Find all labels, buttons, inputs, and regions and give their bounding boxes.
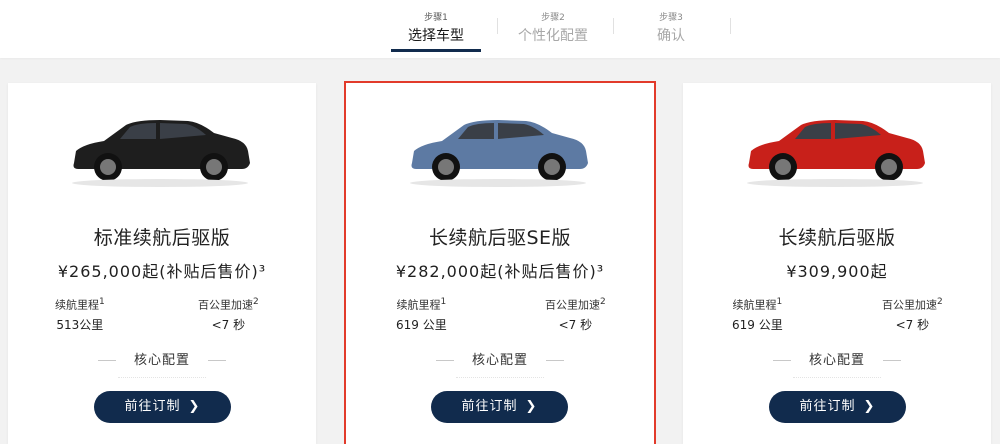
range-spec: 续航里程1 619 公里 — [732, 294, 783, 335]
car-image — [747, 120, 925, 187]
step-3-confirm[interactable]: 步骤3 确认 — [616, 12, 726, 52]
model-card-standard-rwd[interactable]: 标准续航后驱版 ¥265,000起(补贴后售价)³ 续航里程1 513公里 百公… — [8, 83, 316, 444]
range-label: 续航里程1 — [55, 297, 105, 312]
step-navigation: 步骤1 选择车型 步骤2 个性化配置 步骤3 确认 — [0, 0, 1000, 58]
customize-button[interactable]: 前往订制 ❯ — [94, 391, 231, 423]
chevron-right-icon: ❯ — [525, 399, 538, 414]
core-config-heading: 核心配置 — [346, 349, 654, 368]
step-number: 步骤1 — [424, 13, 448, 23]
range-value: 619 公里 — [396, 317, 447, 332]
customize-button-label: 前往订制 — [461, 399, 518, 414]
chevron-right-icon: ❯ — [188, 399, 201, 414]
range-spec: 续航里程1 619 公里 — [396, 294, 447, 335]
acceleration-label: 百公里加速2 — [545, 297, 606, 312]
faded-content — [793, 377, 881, 384]
model-price: ¥265,000起(补贴后售价)³ — [57, 262, 267, 281]
step-2-personalize[interactable]: 步骤2 个性化配置 — [498, 12, 608, 52]
model-title: 标准续航后驱版 — [93, 227, 231, 249]
customize-button[interactable]: 前往订制 ❯ — [769, 391, 906, 423]
acceleration-value: <7 秒 — [895, 317, 930, 332]
model-title: 长续航后驱SE版 — [428, 227, 572, 249]
range-label: 续航里程1 — [396, 297, 447, 312]
step-number: 步骤3 — [659, 13, 683, 23]
divider-line — [208, 360, 226, 361]
model-price: ¥282,000起(补贴后售价)³ — [395, 262, 605, 281]
model-card-long-range-rwd-se[interactable]: 长续航后驱SE版 ¥282,000起(补贴后售价)³ 续航里程1 619 公里 … — [344, 81, 656, 444]
divider-line — [435, 360, 454, 361]
range-spec: 续航里程1 513公里 — [55, 294, 105, 335]
chevron-right-icon: ❯ — [863, 399, 876, 414]
acceleration-label: 百公里加速2 — [198, 297, 259, 312]
step-divider — [730, 18, 731, 34]
customize-button-label: 前往订制 — [124, 399, 181, 414]
range-value: 513公里 — [56, 317, 104, 332]
faded-content — [118, 377, 206, 384]
car-image — [410, 120, 588, 187]
step-divider — [613, 18, 614, 34]
acceleration-spec: 百公里加速2 <7 秒 — [198, 294, 259, 335]
model-card-long-range-rwd[interactable]: 长续航后驱版 ¥309,900起 续航里程1 619 公里 百公里加速2 <7 … — [683, 83, 991, 444]
step-label: 确认 — [657, 28, 685, 44]
step-label: 选择车型 — [408, 28, 464, 44]
acceleration-value: <7 秒 — [558, 317, 593, 332]
core-config-heading: 核心配置 — [683, 349, 991, 368]
acceleration-spec: 百公里加速2 <7 秒 — [882, 294, 943, 335]
step-number: 步骤2 — [541, 13, 565, 23]
core-config-heading: 核心配置 — [8, 349, 316, 368]
divider-line — [883, 360, 901, 361]
divider-line — [97, 360, 116, 361]
model-title: 长续航后驱版 — [778, 227, 896, 249]
car-image — [72, 120, 250, 187]
acceleration-label: 百公里加速2 — [882, 297, 943, 312]
divider-line — [772, 360, 791, 361]
active-step-indicator — [391, 49, 481, 52]
model-price: ¥309,900起 — [786, 262, 888, 281]
range-value: 619 公里 — [732, 317, 783, 332]
divider-line — [546, 360, 564, 361]
customize-button[interactable]: 前往订制 ❯ — [431, 391, 568, 423]
acceleration-spec: 百公里加速2 <7 秒 — [545, 294, 606, 335]
step-label: 个性化配置 — [518, 28, 588, 44]
customize-button-label: 前往订制 — [799, 399, 856, 414]
acceleration-value: <7 秒 — [211, 317, 246, 332]
faded-content — [456, 377, 544, 384]
range-label: 续航里程1 — [732, 297, 783, 312]
step-1-select-model[interactable]: 步骤1 选择车型 — [381, 12, 491, 52]
